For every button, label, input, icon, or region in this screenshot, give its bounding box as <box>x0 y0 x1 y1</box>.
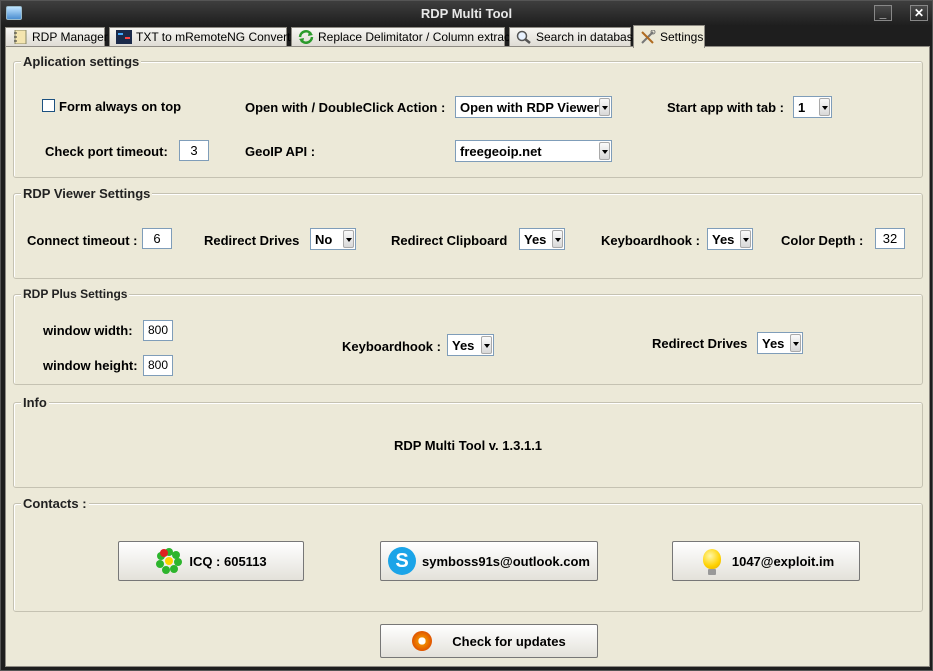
redirect-clipboard-label: Redirect Clipboard <box>391 233 508 248</box>
keyboardhook-label: Keyboardhook : <box>601 233 700 248</box>
select-value: Yes <box>524 232 547 247</box>
group-legend: Aplication settings <box>21 54 142 69</box>
select-value: Yes <box>762 336 785 351</box>
window-height-label: window height: <box>43 358 138 373</box>
lightbulb-icon <box>702 549 721 575</box>
tab-label: TXT to mRemoteNG Converter <box>136 30 302 44</box>
connect-timeout-label: Connect timeout : <box>27 233 138 248</box>
group-legend: RDP Plus Settings <box>21 287 130 301</box>
contacts-group: Contacts : ICQ : 605113 S symboss91s@out… <box>13 496 923 612</box>
tab-label: RDP Manager <box>32 30 108 44</box>
redirect-drives-label: Redirect Drives <box>204 233 300 248</box>
group-legend: Info <box>21 395 49 410</box>
icq-flower-icon <box>155 547 183 575</box>
chevron-down-icon <box>599 98 610 116</box>
icq-label: ICQ : 605113 <box>189 553 267 569</box>
geoip-api-label: GeoIP API : <box>245 144 316 159</box>
window-height-input[interactable]: 800 <box>143 355 173 376</box>
chevron-down-icon <box>552 230 563 248</box>
tab-rdp-manager[interactable]: RDP Manager <box>5 27 108 47</box>
redirect-drives-select[interactable]: No <box>310 228 356 250</box>
redirect-drives-label: Redirect Drives <box>652 336 748 351</box>
app-window: RDP Multi Tool _ ✕ RDP Manager TXT to mR… <box>0 0 933 671</box>
version-text: RDP Multi Tool v. 1.3.1.1 <box>393 438 543 453</box>
redirect-drives-select[interactable]: Yes <box>757 332 803 354</box>
select-value: 1 <box>798 100 806 115</box>
select-value: freegeoip.net <box>460 144 542 159</box>
open-with-label: Open with / DoubleClick Action : <box>245 100 446 115</box>
icq-contact-button[interactable]: ICQ : 605113 <box>118 541 304 581</box>
chevron-down-icon <box>343 230 354 248</box>
keyboardhook-label: Keyboardhook : <box>342 339 441 354</box>
skype-contact-button[interactable]: S symboss91s@outlook.com <box>380 541 598 581</box>
group-legend: Contacts : <box>21 496 89 511</box>
keyboardhook-select[interactable]: Yes <box>707 228 753 250</box>
mremoteng-icon <box>116 30 132 44</box>
connect-timeout-input[interactable]: 6 <box>142 228 172 249</box>
settings-panel: Aplication settings Form always on top O… <box>5 46 930 667</box>
window-width-input[interactable]: 800 <box>143 320 173 341</box>
jabber-label: 1047@exploit.im <box>731 553 835 569</box>
tab-replace-delimitator[interactable]: Replace Delimitator / Column extractor <box>291 27 524 47</box>
window-title: RDP Multi Tool <box>420 6 513 21</box>
chevron-down-icon <box>790 334 801 352</box>
start-tab-label: Start app with tab : <box>667 100 784 115</box>
tab-txt-converter[interactable]: TXT to mRemoteNG Converter <box>109 27 301 47</box>
tab-label: Search in database <box>536 30 640 44</box>
form-always-on-top-label: Form always on top <box>59 99 182 114</box>
tab-search-database[interactable]: Search in database <box>509 27 639 47</box>
chevron-down-icon <box>740 230 751 248</box>
chevron-down-icon <box>599 142 610 160</box>
refresh-arrows-icon <box>298 30 314 44</box>
tab-label: Replace Delimitator / Column extractor <box>318 30 525 44</box>
magnifier-icon <box>516 30 532 44</box>
check-for-updates-label: Check for updates <box>452 633 566 649</box>
tab-settings[interactable]: Settings <box>633 25 705 48</box>
tab-strip: RDP Manager TXT to mRemoteNG Converter R… <box>5 25 930 48</box>
color-depth-label: Color Depth : <box>781 233 864 248</box>
check-port-timeout-label: Check port timeout: <box>45 144 168 159</box>
notebook-icon <box>12 29 28 45</box>
group-legend: RDP Viewer Settings <box>21 186 153 201</box>
window-width-label: window width: <box>43 323 133 338</box>
start-tab-select[interactable]: 1 <box>793 96 832 118</box>
check-for-updates-button[interactable]: Check for updates <box>380 624 598 658</box>
rdp-plus-settings-group: RDP Plus Settings window width: 800 wind… <box>13 287 923 385</box>
application-settings-group: Aplication settings Form always on top O… <box>13 54 923 178</box>
close-button[interactable]: ✕ <box>910 5 928 21</box>
tools-icon <box>640 29 656 44</box>
chevron-down-icon <box>481 336 492 354</box>
update-icon <box>412 631 433 651</box>
select-value: No <box>315 232 333 247</box>
jabber-contact-button[interactable]: 1047@exploit.im <box>672 541 860 581</box>
chevron-down-icon <box>819 98 830 116</box>
check-port-timeout-input[interactable]: 3 <box>179 140 209 161</box>
select-value: Yes <box>712 232 735 247</box>
title-bar: RDP Multi Tool _ ✕ <box>1 1 932 25</box>
info-group: Info RDP Multi Tool v. 1.3.1.1 <box>13 395 923 488</box>
skype-label: symboss91s@outlook.com <box>421 553 590 569</box>
select-value: Open with RDP Viewer <box>460 100 599 115</box>
geoip-api-select[interactable]: freegeoip.net <box>455 140 612 162</box>
select-value: Yes <box>452 338 475 353</box>
form-always-on-top-checkbox[interactable] <box>42 99 55 112</box>
color-depth-input[interactable]: 32 <box>875 228 905 249</box>
rdp-viewer-settings-group: RDP Viewer Settings Connect timeout : 6 … <box>13 186 923 279</box>
tab-label: Settings <box>660 30 704 44</box>
redirect-clipboard-select[interactable]: Yes <box>519 228 565 250</box>
open-with-select[interactable]: Open with RDP Viewer <box>455 96 612 118</box>
keyboardhook-select[interactable]: Yes <box>447 334 494 356</box>
minimize-button[interactable]: _ <box>874 5 892 21</box>
skype-icon: S <box>387 547 416 575</box>
